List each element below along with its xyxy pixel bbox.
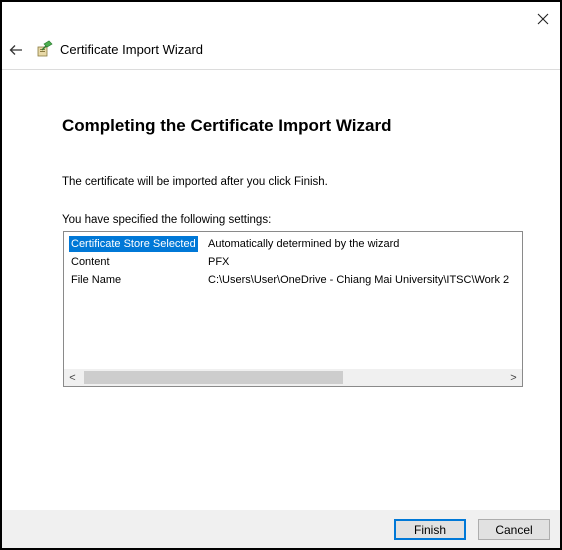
page-heading: Completing the Certificate Import Wizard: [62, 116, 392, 135]
wizard-window: Certificate Import Wizard Completing the…: [0, 0, 562, 550]
settings-list[interactable]: Certificate Store Selected Automatically…: [63, 231, 523, 387]
wizard-nav-bar: Certificate Import Wizard: [2, 32, 560, 68]
settings-value: C:\Users\User\OneDrive - Chiang Mai Univ…: [208, 274, 510, 286]
info-text: The certificate will be imported after y…: [62, 176, 328, 188]
settings-row[interactable]: File Name C:\Users\User\OneDrive - Chian…: [64, 272, 522, 288]
scroll-left-arrow[interactable]: <: [64, 369, 81, 386]
settings-key: Certificate Store Selected: [69, 236, 198, 252]
finish-button[interactable]: Finish: [394, 519, 466, 540]
wizard-title: Certificate Import Wizard: [60, 42, 204, 57]
settings-label: You have specified the following setting…: [62, 214, 272, 226]
cancel-button[interactable]: Cancel: [478, 519, 550, 540]
wizard-footer: Finish Cancel: [2, 510, 560, 548]
scroll-right-arrow[interactable]: >: [505, 369, 522, 386]
certificate-wizard-icon: [37, 40, 53, 57]
wizard-content: Completing the Certificate Import Wizard…: [2, 69, 560, 511]
horizontal-scrollbar[interactable]: < >: [64, 369, 522, 386]
scroll-thumb[interactable]: [84, 371, 343, 384]
settings-value: PFX: [208, 256, 230, 268]
close-icon: [537, 13, 549, 25]
back-arrow-icon: [9, 45, 22, 55]
settings-key: File Name: [71, 274, 122, 286]
settings-row[interactable]: Content PFX: [64, 254, 522, 270]
settings-value: Automatically determined by the wizard: [208, 238, 400, 250]
settings-row[interactable]: Certificate Store Selected Automatically…: [64, 236, 522, 252]
back-button[interactable]: [6, 38, 26, 62]
settings-key: Content: [71, 256, 110, 268]
close-button[interactable]: [532, 8, 554, 30]
